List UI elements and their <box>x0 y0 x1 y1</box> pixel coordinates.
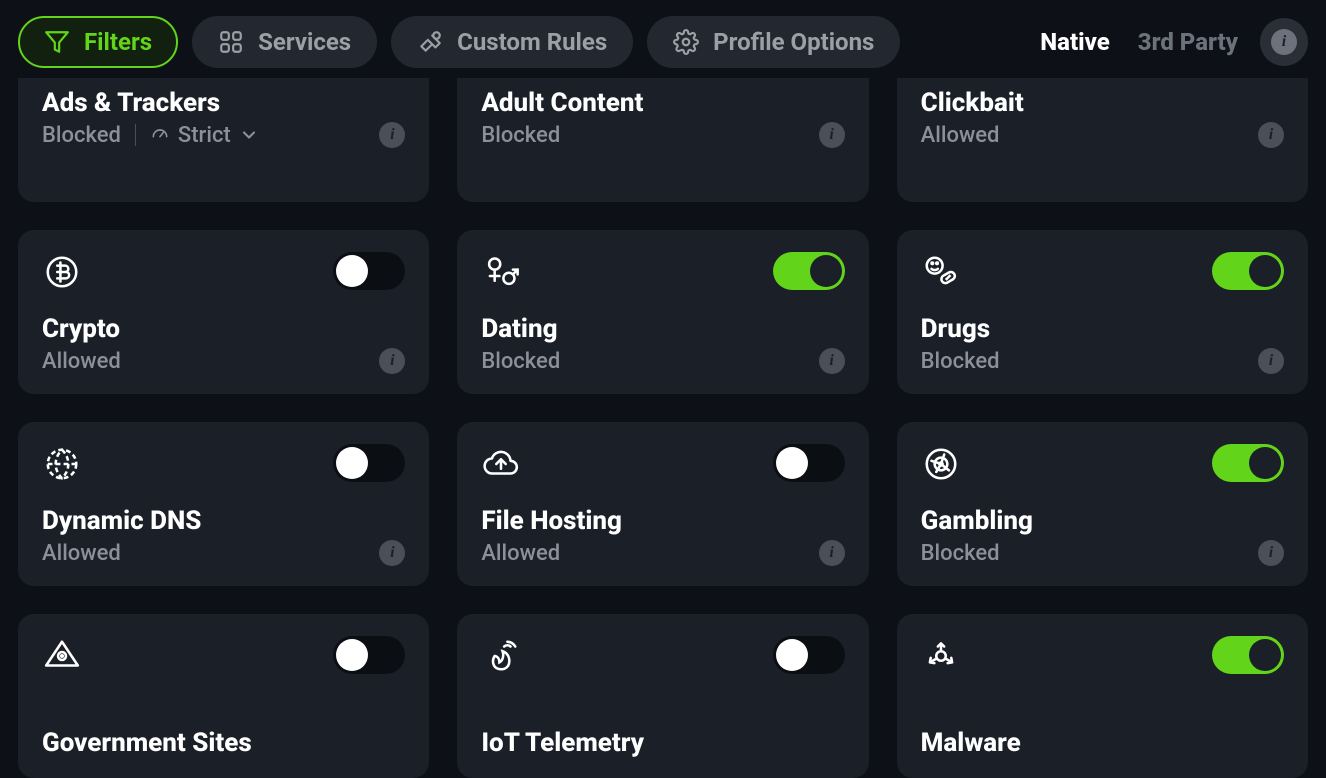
card-info-button[interactable]: i <box>819 540 845 566</box>
filter-icon <box>44 29 70 55</box>
card-status: Allowed <box>481 541 560 566</box>
card-title: Clickbait <box>921 88 1284 118</box>
divider <box>135 124 136 146</box>
card-status: Blocked <box>481 123 560 148</box>
card-title: File Hosting <box>481 506 844 536</box>
tab-services-label: Services <box>258 28 351 56</box>
card-status: Blocked <box>921 541 1000 566</box>
chevron-down-icon <box>239 125 259 145</box>
card-file-hosting: File Hosting Allowed i <box>457 422 868 586</box>
malware-icon <box>921 636 961 676</box>
services-icon <box>218 29 244 55</box>
card-info-button[interactable]: i <box>379 122 405 148</box>
card-gambling: Gambling Blocked i <box>897 422 1308 586</box>
iot-icon <box>481 636 521 676</box>
gauge-icon <box>150 125 170 145</box>
card-title: Gambling <box>921 506 1284 536</box>
gambling-icon <box>921 444 961 484</box>
card-toggle[interactable] <box>1212 636 1284 674</box>
card-government-sites: Government Sites <box>18 614 429 778</box>
tab-custom-rules[interactable]: Custom Rules <box>391 16 633 68</box>
card-status: Allowed <box>921 123 1000 148</box>
card-mode-selector[interactable]: Strict <box>150 123 259 148</box>
card-info-button[interactable]: i <box>379 348 405 374</box>
card-adult-content: Adult Content Blocked i <box>457 78 868 202</box>
mode-third-party[interactable]: 3rd Party <box>1138 28 1238 56</box>
header-info-button[interactable]: i <box>1260 18 1308 66</box>
card-dynamic-dns: Dynamic DNS Allowed i <box>18 422 429 586</box>
card-info-button[interactable]: i <box>379 540 405 566</box>
card-clickbait: Clickbait Allowed i <box>897 78 1308 202</box>
filters-grid: Ads & Trackers Blocked Strict i Adult Co… <box>18 86 1308 778</box>
card-toggle[interactable] <box>333 444 405 482</box>
card-info-button[interactable]: i <box>819 348 845 374</box>
card-status: Blocked <box>481 349 560 374</box>
card-title: Dynamic DNS <box>42 506 405 536</box>
card-toggle[interactable] <box>1212 444 1284 482</box>
card-info-button[interactable]: i <box>1258 348 1284 374</box>
card-toggle[interactable] <box>1212 252 1284 290</box>
card-toggle[interactable] <box>773 252 845 290</box>
tab-custom-rules-label: Custom Rules <box>457 28 607 56</box>
card-toggle[interactable] <box>333 636 405 674</box>
card-drugs: Drugs Blocked i <box>897 230 1308 394</box>
card-toggle[interactable] <box>773 444 845 482</box>
tab-filters-label: Filters <box>84 28 152 56</box>
custom-rules-icon <box>417 29 443 55</box>
file-hosting-icon <box>481 444 521 484</box>
card-title: Ads & Trackers <box>42 88 405 118</box>
tab-services[interactable]: Services <box>192 16 377 68</box>
card-title: Malware <box>921 728 1284 758</box>
card-status: Allowed <box>42 349 121 374</box>
top-tabs: Filters Services Custom Rules Profile Op… <box>18 0 1308 86</box>
profile-options-icon <box>673 29 699 55</box>
tab-profile-options-label: Profile Options <box>713 28 874 56</box>
crypto-icon <box>42 252 82 292</box>
tab-profile-options[interactable]: Profile Options <box>647 16 900 68</box>
card-title: IoT Telemetry <box>481 728 844 758</box>
card-title: Adult Content <box>481 88 844 118</box>
dynamic-dns-icon <box>42 444 82 484</box>
government-icon <box>42 636 82 676</box>
card-info-button[interactable]: i <box>1258 540 1284 566</box>
card-status: Allowed <box>42 541 121 566</box>
drugs-icon <box>921 252 961 292</box>
dating-icon <box>481 252 521 292</box>
card-ads-trackers: Ads & Trackers Blocked Strict i <box>18 78 429 202</box>
mode-toggle: Native 3rd Party <box>1040 28 1238 56</box>
card-info-button[interactable]: i <box>1258 122 1284 148</box>
tab-filters[interactable]: Filters <box>18 16 178 68</box>
card-toggle[interactable] <box>773 636 845 674</box>
card-status: Blocked <box>42 123 121 148</box>
card-status: Blocked <box>921 349 1000 374</box>
card-toggle[interactable] <box>333 252 405 290</box>
card-info-button[interactable]: i <box>819 122 845 148</box>
card-crypto: Crypto Allowed i <box>18 230 429 394</box>
info-icon: i <box>1271 29 1297 55</box>
card-dating: Dating Blocked i <box>457 230 868 394</box>
card-title: Dating <box>481 314 844 344</box>
card-title: Crypto <box>42 314 405 344</box>
card-malware: Malware <box>897 614 1308 778</box>
card-title: Drugs <box>921 314 1284 344</box>
mode-native[interactable]: Native <box>1040 28 1110 56</box>
card-title: Government Sites <box>42 728 405 758</box>
card-iot-telemetry: IoT Telemetry <box>457 614 868 778</box>
